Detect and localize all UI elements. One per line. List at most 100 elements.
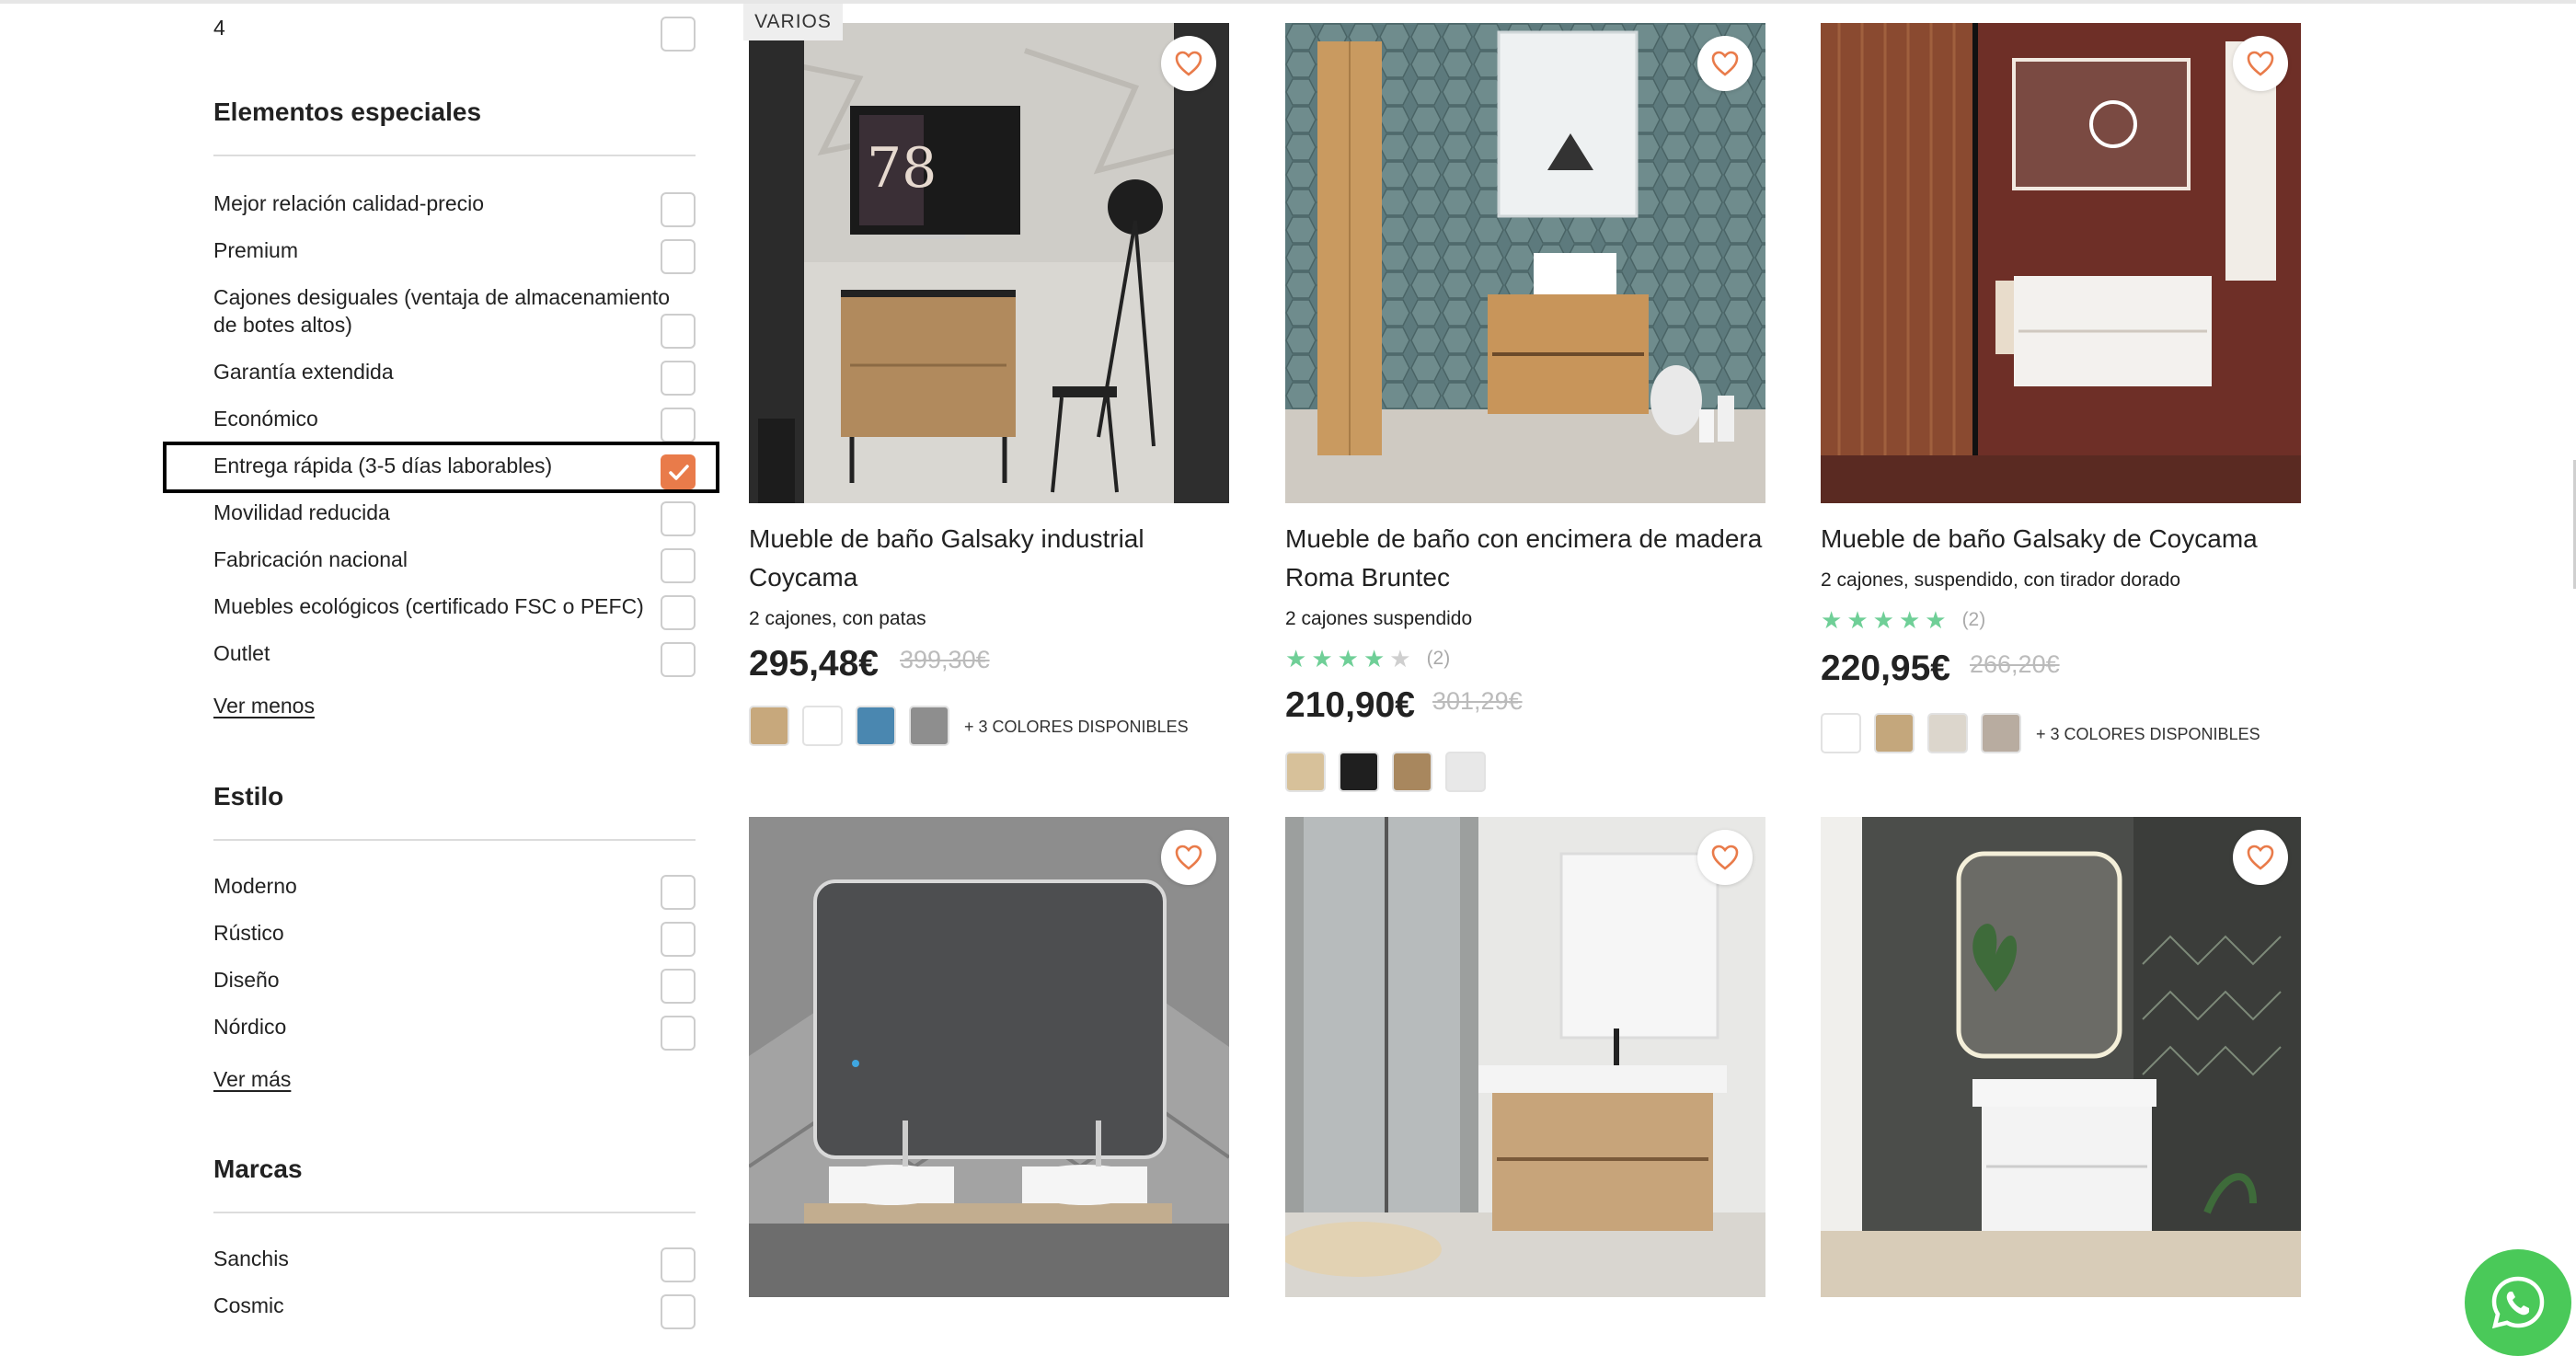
filter-section-title: Marcas	[213, 1155, 303, 1183]
focus-outline	[163, 442, 719, 493]
favorite-button[interactable]	[2233, 36, 2288, 91]
product-card[interactable]	[1821, 817, 2301, 1297]
product-image[interactable]	[749, 817, 1229, 1297]
product-old-price: 301,29€	[1432, 687, 1523, 715]
product-old-price: 266,20€	[1970, 650, 2060, 678]
filter-checkbox[interactable]	[661, 548, 696, 583]
filter-checkbox[interactable]	[661, 642, 696, 677]
section-divider	[213, 155, 696, 156]
product-image[interactable]	[1285, 23, 1765, 503]
filter-option-label: Sanchis	[213, 1247, 289, 1270]
filter-section-title: Elementos especiales	[213, 98, 482, 126]
section-divider	[213, 839, 696, 841]
filter-checkbox[interactable]	[661, 922, 696, 957]
color-swatch[interactable]	[1445, 752, 1486, 792]
product-image[interactable]	[1821, 817, 2301, 1297]
product-card[interactable]: Mueble de baño Galsaky de Coycama 2 cajo…	[1821, 23, 2301, 759]
filter-checkbox[interactable]	[661, 361, 696, 396]
product-title[interactable]: Mueble de baño Galsaky de Coycama	[1821, 520, 2301, 558]
product-card[interactable]: 78 Mueble de baño Galsaky industrial Coy…	[749, 23, 1229, 759]
star-empty-icon: ★	[1389, 645, 1411, 672]
filter-checkbox[interactable]	[661, 501, 696, 536]
heart-outline-icon	[2247, 51, 2274, 76]
heart-outline-icon	[1711, 51, 1739, 76]
filter-checkbox[interactable]	[661, 595, 696, 630]
star-icon: ★	[1872, 606, 1894, 634]
filter-checkbox[interactable]	[661, 1016, 696, 1051]
filter-checkbox[interactable]	[661, 314, 696, 349]
color-swatch[interactable]	[1392, 752, 1432, 792]
favorite-button[interactable]	[1697, 830, 1753, 885]
filter-option-label: Rústico	[213, 921, 284, 945]
product-card[interactable]	[749, 817, 1229, 1297]
product-card[interactable]	[1285, 817, 1765, 1297]
product-card[interactable]: Mueble de baño con encimera de madera Ro…	[1285, 23, 1765, 796]
filter-checkbox[interactable]	[661, 408, 696, 442]
filter-option-label: Económico	[213, 407, 318, 431]
product-price: 220,95€	[1821, 649, 1950, 688]
product-subtitle: 2 cajones, con patas	[749, 608, 926, 629]
svg-text:78: 78	[867, 136, 937, 201]
filter-option-label: Nórdico	[213, 1015, 287, 1039]
filter-option-label: Muebles ecológicos (certificado FSC o PE…	[213, 594, 644, 618]
filter-checkbox[interactable]	[661, 1294, 696, 1329]
product-old-price: 399,30€	[900, 646, 990, 673]
filter-checkbox[interactable]	[661, 875, 696, 910]
filter-option-label: Moderno	[213, 874, 297, 898]
rating-stars: ★ ★ ★ ★ ★ (2)	[1285, 647, 1450, 671]
color-swatch[interactable]	[909, 706, 949, 746]
filter-checkbox[interactable]	[661, 192, 696, 227]
filter-sidebar: 4 Elementos especiales Mejor relación ca…	[0, 0, 736, 1329]
rating-count: (2)	[1961, 609, 1986, 630]
color-swatch[interactable]	[749, 706, 789, 746]
color-swatch[interactable]	[1285, 752, 1326, 792]
product-tag: VARIOS	[743, 4, 843, 40]
favorite-button[interactable]	[1161, 830, 1216, 885]
product-subtitle: 2 cajones suspendido	[1285, 608, 1473, 629]
more-colors-label[interactable]: + 3 COLORES DISPONIBLES	[2036, 725, 2260, 744]
more-colors-label[interactable]: + 3 COLORES DISPONIBLES	[964, 718, 1189, 737]
rating-stars: ★ ★ ★ ★ ★ (2)	[1821, 608, 1985, 632]
star-icon: ★	[1285, 645, 1307, 672]
color-swatch[interactable]	[1821, 713, 1861, 753]
filter-option-label: Diseño	[213, 968, 280, 992]
product-price: 295,48€	[749, 644, 879, 684]
product-image[interactable]: 78	[749, 23, 1229, 503]
heart-outline-icon	[1175, 51, 1202, 76]
favorite-button[interactable]	[2233, 830, 2288, 885]
show-more-link[interactable]: Ver más	[213, 1067, 291, 1092]
filter-checkbox[interactable]	[661, 1247, 696, 1282]
filter-option-label: Premium	[213, 238, 299, 262]
filter-option-label: Cosmic	[213, 1293, 284, 1317]
star-icon: ★	[1846, 606, 1869, 634]
favorite-button[interactable]	[1161, 36, 1216, 91]
filter-checkbox[interactable]	[661, 17, 696, 52]
heart-outline-icon	[1711, 845, 1739, 870]
product-image[interactable]	[1285, 817, 1765, 1297]
show-less-link[interactable]: Ver menos	[213, 694, 315, 718]
filter-section-title: Estilo	[213, 782, 284, 810]
heart-outline-icon	[2247, 845, 2274, 870]
color-swatch[interactable]	[1927, 713, 1968, 753]
filter-checkbox[interactable]	[661, 969, 696, 1004]
star-icon: ★	[1925, 606, 1947, 634]
color-swatch[interactable]	[1339, 752, 1379, 792]
star-icon: ★	[1898, 606, 1921, 634]
whatsapp-icon	[2491, 1276, 2545, 1329]
product-title[interactable]: Mueble de baño Galsaky industrial Coycam…	[749, 520, 1229, 597]
favorite-button[interactable]	[1697, 36, 1753, 91]
heart-outline-icon	[1175, 845, 1202, 870]
whatsapp-chat-button[interactable]	[2465, 1249, 2571, 1356]
rating-count: (2)	[1426, 648, 1451, 669]
color-swatch[interactable]	[1981, 713, 2021, 753]
product-title[interactable]: Mueble de baño con encimera de madera Ro…	[1285, 520, 1765, 597]
product-price: 210,90€	[1285, 685, 1415, 725]
color-swatch[interactable]	[1874, 713, 1915, 753]
filter-option-label: Cajones desiguales (ventaja de almacenam…	[213, 285, 671, 337]
filter-checkbox[interactable]	[661, 239, 696, 274]
filter-option-label: Fabricación nacional	[213, 547, 408, 571]
color-swatch[interactable]	[802, 706, 843, 746]
product-image[interactable]	[1821, 23, 2301, 503]
product-subtitle: 2 cajones, suspendido, con tirador dorad…	[1821, 569, 2181, 591]
color-swatch[interactable]	[856, 706, 896, 746]
